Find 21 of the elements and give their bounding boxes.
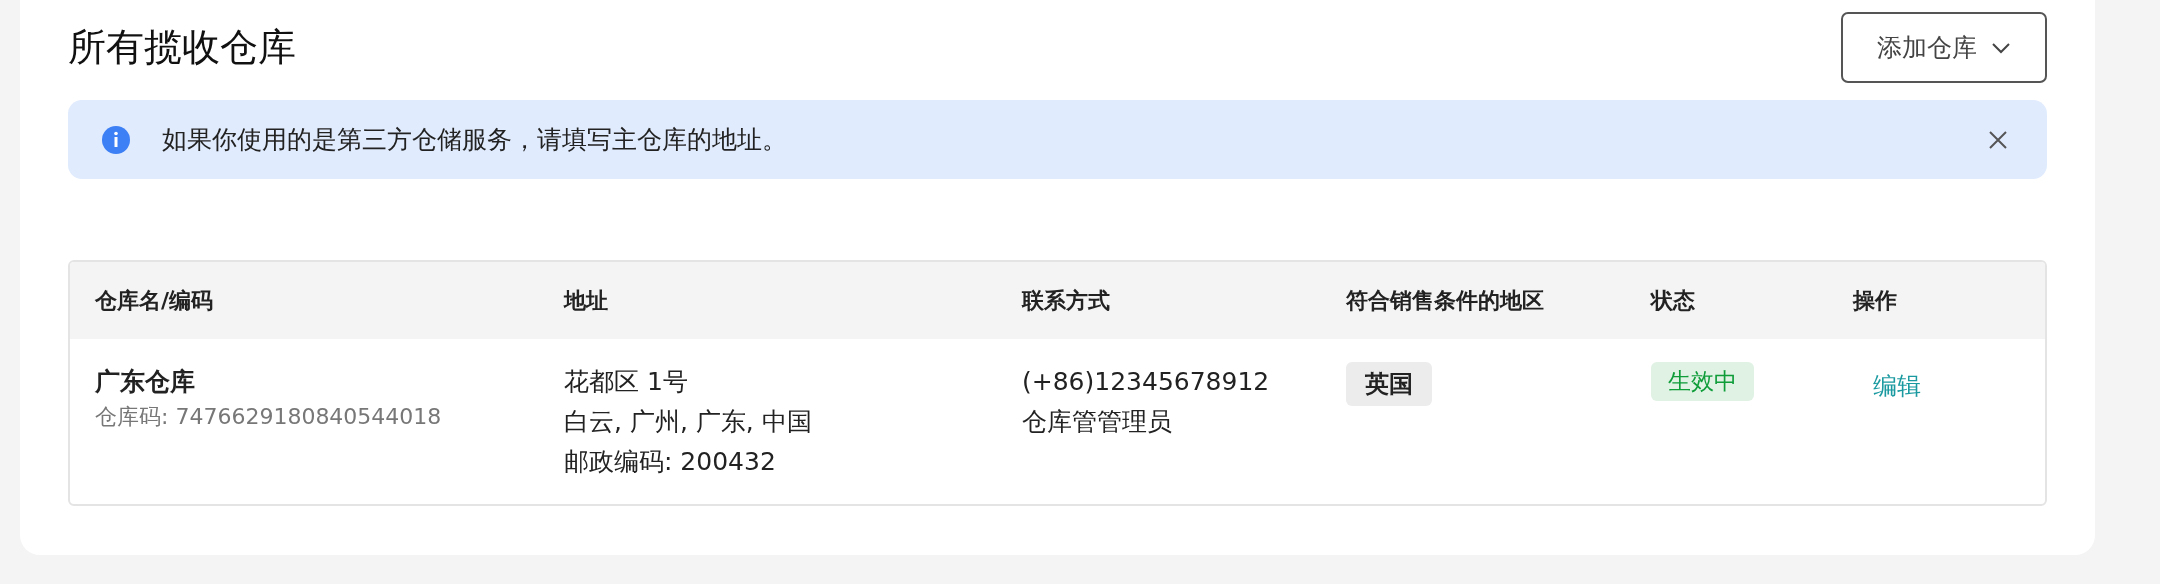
close-icon[interactable]	[1989, 130, 2007, 149]
column-header: 联系方式	[1022, 286, 1111, 315]
contact-line: (+86)12345678912	[1022, 366, 1270, 398]
warehouse-code: 仓库码: 7476629180840544018	[95, 403, 442, 431]
contact-line: 仓库管管理员	[1022, 406, 1172, 438]
address-line: 花都区 1号	[564, 366, 688, 398]
add-warehouse-button[interactable]: 添加仓库	[1841, 12, 2047, 83]
region-tag: 英国	[1346, 362, 1432, 406]
info-icon	[102, 125, 130, 154]
warehouse-name: 广东仓库	[95, 366, 195, 398]
banner-text: 如果你使用的是第三方仓储服务，请填写主仓库的地址。	[162, 124, 788, 156]
page-title: 所有揽收仓库	[68, 24, 296, 71]
address-line: 白云, 广州, 广东, 中国	[564, 406, 812, 438]
address-line: 邮政编码: 200432	[564, 446, 776, 478]
chevron-down-icon	[1991, 41, 2011, 54]
column-header: 状态	[1651, 286, 1696, 315]
column-header: 符合销售条件的地区	[1346, 286, 1545, 315]
column-header: 操作	[1853, 286, 1898, 315]
column-header: 仓库名/编码	[95, 286, 215, 315]
column-header: 地址	[564, 286, 609, 315]
status-tag: 生效中	[1651, 362, 1754, 401]
